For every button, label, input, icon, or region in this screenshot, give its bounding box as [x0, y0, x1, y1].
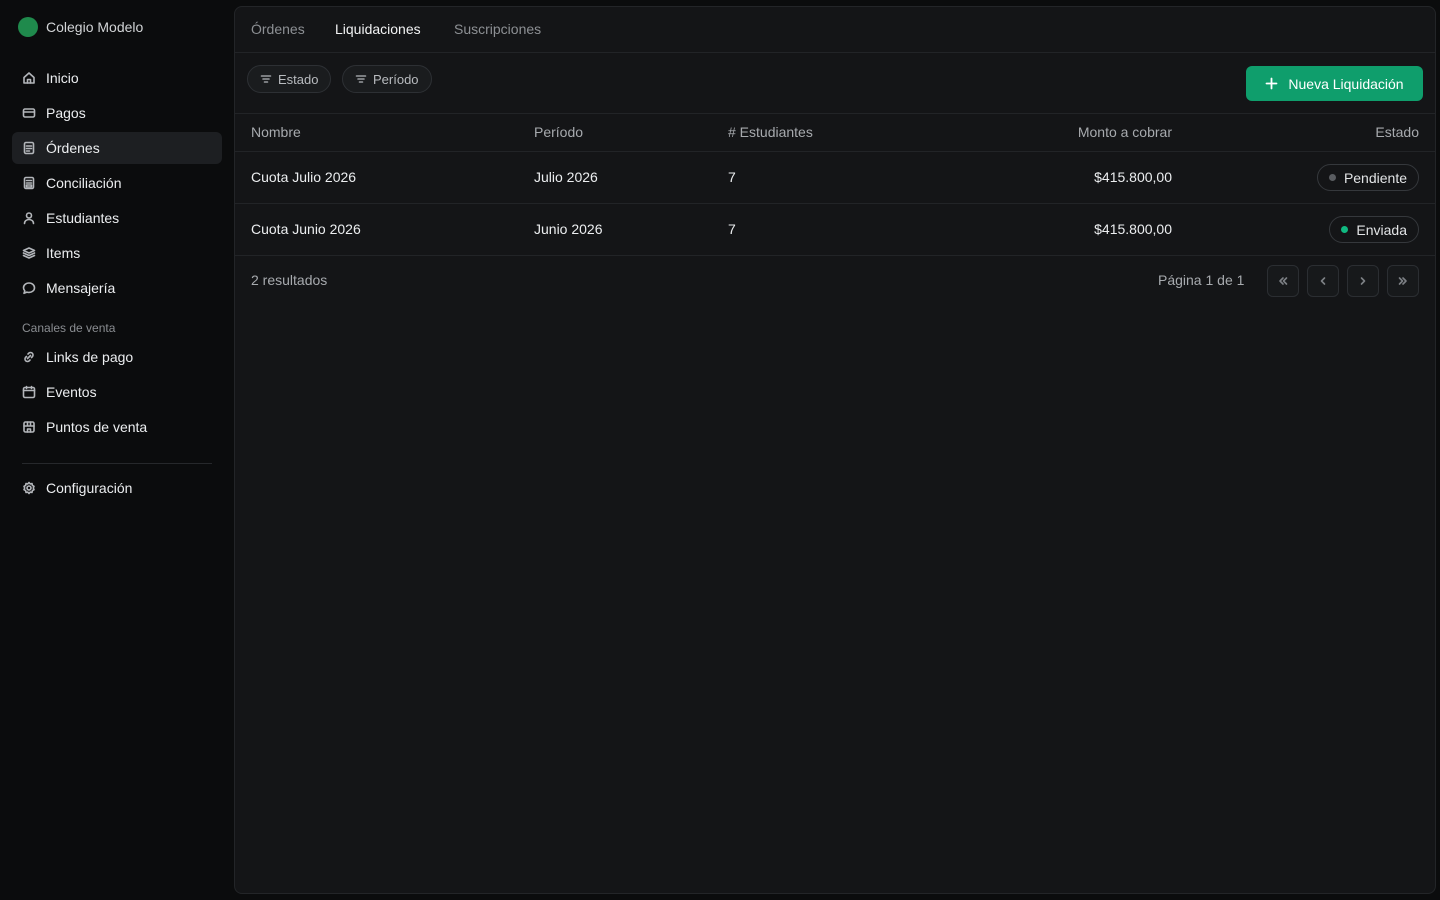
chevron-right-icon — [1360, 277, 1366, 285]
sidebar-item-label: Mensajería — [46, 280, 116, 296]
status-label: Enviada — [1356, 221, 1407, 238]
sidebar-item-label: Puntos de venta — [46, 419, 148, 435]
status-badge: Pendiente — [1316, 164, 1419, 191]
status-badge: Enviada — [1329, 216, 1419, 243]
new-liquidacion-label: Nueva Liquidación — [1288, 75, 1404, 92]
sidebar-item-pagos[interactable]: Pagos — [12, 97, 222, 129]
brand[interactable]: Colegio Modelo — [18, 17, 143, 37]
cell-periodo: Julio 2026 — [534, 169, 598, 185]
sidebar-item-links-de-pago[interactable]: Links de pago — [12, 341, 222, 373]
column-header-estado[interactable]: Estado — [1375, 124, 1419, 140]
sidebar-item-label: Inicio — [46, 70, 79, 86]
table-footer: 2 resultados Página 1 de 1 — [235, 256, 1435, 306]
toolbar: Estado Período Nueva Liquidación — [235, 53, 1435, 114]
sidebar-item-puntos-de-venta[interactable]: Puntos de venta — [12, 411, 222, 443]
sidebar-item-inicio[interactable]: Inicio — [12, 62, 222, 94]
link-icon — [24, 351, 34, 363]
sidebar-item-ordenes[interactable]: Órdenes — [12, 132, 222, 164]
home-icon — [23, 72, 35, 84]
cell-estudiantes: 7 — [728, 221, 736, 237]
column-header-nombre[interactable]: Nombre — [251, 124, 301, 140]
filter-periodo-button[interactable]: Período — [342, 65, 432, 93]
column-header-estudiantes[interactable]: # Estudiantes — [728, 124, 813, 140]
calendar-icon — [22, 385, 36, 399]
layers-icon — [22, 247, 36, 259]
app-root: Colegio Modelo Inicio Pagos Órdenes Conc… — [0, 0, 1440, 900]
sidebar-item-label: Pagos — [46, 105, 86, 121]
cell-nombre: Cuota Junio 2026 — [251, 221, 361, 237]
cell-monto: $415.800,00 — [1094, 221, 1172, 237]
sidebar-item-conciliacion[interactable]: Conciliación — [12, 167, 222, 199]
sidebar-item-label: Eventos — [46, 384, 97, 400]
cell-periodo: Junio 2026 — [534, 221, 603, 237]
sidebar-item-mensajeria[interactable]: Mensajería — [12, 272, 222, 304]
message-icon — [22, 282, 36, 295]
table-row[interactable]: Cuota Julio 2026 Julio 2026 7 $415.800,0… — [235, 152, 1435, 204]
sidebar: Colegio Modelo Inicio Pagos Órdenes Conc… — [0, 0, 234, 900]
filter-icon — [355, 75, 367, 83]
table-header: Nombre Período # Estudiantes Monto a cob… — [235, 114, 1435, 152]
status-dot — [1341, 226, 1349, 233]
nav-section-label: Canales de venta — [22, 321, 116, 335]
tab-bar: Órdenes Liquidaciones Suscripciones — [235, 7, 1435, 53]
sidebar-item-label: Configuración — [46, 480, 133, 496]
column-header-periodo[interactable]: Período — [534, 124, 583, 140]
ledger-icon — [23, 176, 35, 190]
sidebar-item-label: Órdenes — [46, 140, 100, 156]
column-header-monto[interactable]: Monto a cobrar — [1078, 124, 1172, 140]
chevrons-right-icon — [1398, 277, 1407, 285]
filter-label: Período — [373, 71, 419, 87]
cell-monto: $415.800,00 — [1094, 169, 1172, 185]
credit-card-icon — [22, 108, 36, 118]
sidebar-item-label: Estudiantes — [46, 210, 120, 226]
nav-divider — [22, 463, 212, 464]
sidebar-item-eventos[interactable]: Eventos — [12, 376, 222, 408]
plus-icon — [1265, 77, 1278, 90]
brand-logo — [18, 17, 38, 37]
sidebar-item-label: Items — [46, 245, 81, 261]
brand-name: Colegio Modelo — [46, 19, 144, 35]
next-page-button[interactable] — [1347, 265, 1379, 297]
tab-ordenes[interactable]: Órdenes — [251, 21, 305, 37]
sidebar-item-configuracion[interactable]: Configuración — [12, 472, 222, 504]
table-row[interactable]: Cuota Junio 2026 Junio 2026 7 $415.800,0… — [235, 204, 1435, 256]
main-panel: Órdenes Liquidaciones Suscripciones Esta… — [234, 6, 1436, 894]
filter-label: Estado — [278, 71, 319, 87]
filter-estado-button[interactable]: Estado — [247, 65, 332, 93]
chevron-left-icon — [1320, 277, 1326, 285]
status-dot — [1328, 174, 1336, 181]
user-icon — [23, 212, 35, 225]
last-page-button[interactable] — [1387, 265, 1419, 297]
previous-page-button[interactable] — [1307, 265, 1339, 297]
tab-suscripciones[interactable]: Suscripciones — [454, 21, 541, 37]
cell-estudiantes: 7 — [728, 169, 736, 185]
new-liquidacion-button[interactable]: Nueva Liquidación — [1246, 66, 1423, 101]
sidebar-item-label: Links de pago — [46, 349, 134, 365]
tab-liquidaciones[interactable]: Liquidaciones — [335, 21, 421, 37]
page-info: Página 1 de 1 — [1158, 272, 1245, 288]
results-count: 2 resultados — [251, 272, 328, 288]
status-label: Pendiente — [1343, 169, 1407, 186]
sidebar-item-estudiantes[interactable]: Estudiantes — [12, 202, 222, 234]
chevrons-left-icon — [1279, 277, 1288, 285]
cell-nombre: Cuota Julio 2026 — [251, 169, 357, 185]
first-page-button[interactable] — [1267, 265, 1299, 297]
filter-icon — [260, 75, 272, 83]
store-icon — [23, 421, 35, 433]
sidebar-item-label: Conciliación — [46, 175, 122, 191]
document-icon — [23, 141, 35, 155]
sidebar-item-items[interactable]: Items — [12, 237, 222, 269]
gear-icon — [23, 481, 35, 495]
